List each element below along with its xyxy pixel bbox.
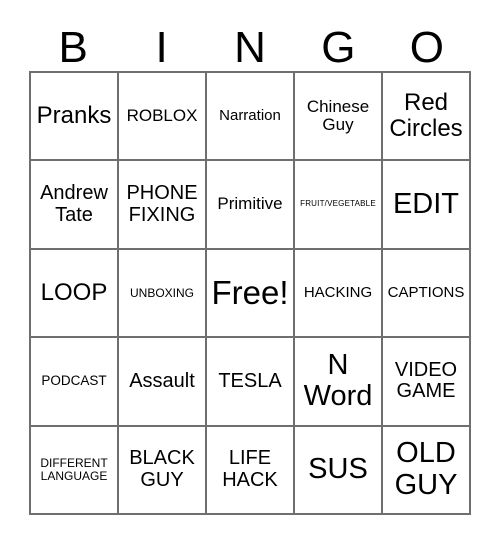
- bingo-cell-label: Andrew Tate: [40, 182, 108, 226]
- bingo-header-letter-o: O: [409, 23, 444, 72]
- bingo-cell[interactable]: Chinese Guy: [295, 73, 383, 162]
- bingo-cell[interactable]: ROBLOX: [119, 73, 207, 162]
- bingo-cell[interactable]: EDIT: [383, 161, 471, 250]
- bingo-cell-label: PHONE FIXING: [126, 182, 198, 226]
- bingo-cell-label: HACKING: [303, 283, 373, 301]
- bingo-cell[interactable]: VIDEO GAME: [383, 338, 471, 427]
- bingo-cell-label: FRUIT/VEGETABLE: [300, 199, 376, 209]
- bingo-cell[interactable]: PODCAST: [31, 338, 119, 427]
- bingo-grid: Pranks ROBLOX Narration Chinese Guy Red Circ…: [29, 71, 471, 515]
- bingo-cell-label: ROBLOX: [126, 106, 198, 126]
- bingo-cell[interactable]: PHONE FIXING: [119, 161, 207, 250]
- bingo-cell[interactable]: LOOP: [31, 249, 119, 339]
- bingo-cell-label: PODCAST: [41, 373, 107, 389]
- bingo-cell-label: Primitive: [217, 194, 283, 214]
- bingo-card: B I N G O Pranks ROBLOX Narration Chinese G…: [0, 0, 500, 544]
- bingo-cell-label: Chinese Guy: [306, 96, 370, 135]
- bingo-header-letter-b: B: [58, 23, 88, 72]
- bingo-cell-label: Red Circles: [389, 89, 463, 143]
- bingo-cell[interactable]: SUS: [295, 426, 383, 515]
- bingo-cell[interactable]: OLD GUY: [383, 426, 471, 515]
- bingo-cell-label: EDIT: [392, 187, 460, 220]
- bingo-cell[interactable]: UNBOXING: [119, 249, 207, 339]
- bingo-cell[interactable]: FRUIT/VEGETABLE: [295, 161, 383, 250]
- bingo-cell-label: LOOP: [40, 279, 108, 307]
- bingo-cell-label: DIFFERENT LANGUAGE: [40, 455, 108, 483]
- bingo-cell[interactable]: Primitive: [207, 161, 295, 250]
- bingo-cell-label: LIFE HACK: [222, 447, 278, 491]
- bingo-cell[interactable]: HACKING: [295, 249, 383, 339]
- bingo-cell[interactable]: Narration: [207, 73, 295, 162]
- bingo-header-letter-n: N: [234, 23, 266, 72]
- bingo-cell-label: TESLA: [218, 369, 282, 392]
- bingo-cell-label: CAPTIONS: [387, 283, 465, 301]
- bingo-header-letter-i: I: [155, 23, 168, 72]
- bingo-cell-label: VIDEO GAME: [394, 358, 458, 403]
- bingo-cell-label: Assault: [129, 369, 195, 392]
- bingo-cell[interactable]: Andrew Tate: [31, 161, 119, 250]
- bingo-cell[interactable]: TESLA: [207, 338, 295, 427]
- bingo-cell[interactable]: Assault: [119, 338, 207, 427]
- bingo-cell-label: BLACK GUY: [129, 447, 195, 491]
- bingo-cell-label: Pranks: [36, 102, 112, 130]
- bingo-cell-label: OLD GUY: [394, 437, 458, 501]
- bingo-cell[interactable]: DIFFERENT LANGUAGE: [31, 426, 119, 515]
- bingo-cell[interactable]: Red Circles: [383, 73, 471, 162]
- bingo-header: B I N G O: [29, 14, 471, 70]
- bingo-cell-label: SUS: [308, 453, 368, 486]
- bingo-cell-label: N Word: [303, 349, 373, 413]
- bingo-cell[interactable]: BLACK GUY: [119, 426, 207, 515]
- bingo-cell[interactable]: N Word: [295, 338, 383, 427]
- bingo-header-letter-g: G: [321, 23, 356, 72]
- bingo-cell[interactable]: CAPTIONS: [383, 249, 471, 339]
- bingo-cell[interactable]: Pranks: [31, 73, 119, 162]
- bingo-cell-label: Narration: [219, 107, 281, 125]
- bingo-cell-label: UNBOXING: [129, 285, 194, 300]
- bingo-cell[interactable]: Free!: [207, 249, 295, 339]
- bingo-cell[interactable]: LIFE HACK: [207, 426, 295, 515]
- bingo-cell-label: Free!: [211, 274, 289, 312]
